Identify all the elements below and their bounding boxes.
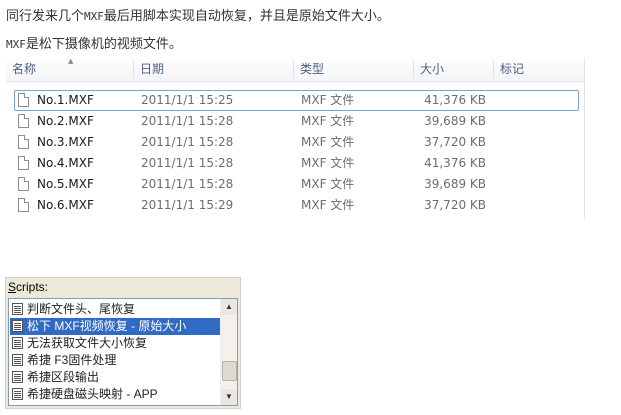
script-item-label: 松下 MXF视频恢复 - 原始大小 xyxy=(27,319,187,333)
file-size: 37,720 KB xyxy=(424,198,486,212)
file-type: MXF 文件 xyxy=(301,114,355,128)
script-icon xyxy=(12,303,23,315)
script-item-label: 希捷 F3固件处理 xyxy=(27,353,117,367)
script-item[interactable]: 希捷硬盘磁头映射 - APP xyxy=(10,386,221,403)
file-type: MXF 文件 xyxy=(301,93,355,107)
sort-ascending-icon: ▲ xyxy=(68,57,74,65)
file-type: MXF 文件 xyxy=(301,156,355,170)
file-date: 2011/1/1 15:28 xyxy=(141,135,234,149)
file-size: 39,689 KB xyxy=(424,177,486,191)
intro-text: 同行发来几个 xyxy=(6,9,85,24)
scripts-listbox[interactable]: 判断文件头、尾恢复 松下 MXF视频恢复 - 原始大小 无法获取文件大小恢复 希… xyxy=(8,298,238,406)
intro-mxf: MXF xyxy=(6,38,26,51)
script-item[interactable]: 希捷 F3固件处理 xyxy=(10,352,221,369)
script-item-label: 希捷区段输出 xyxy=(27,370,100,384)
file-icon xyxy=(18,93,29,107)
script-icon xyxy=(12,337,23,349)
file-name: No.1.MXF xyxy=(37,93,94,107)
scripts-panel: Scripts: 判断文件头、尾恢复 松下 MXF视频恢复 - 原始大小 无法获… xyxy=(5,277,241,409)
file-type: MXF 文件 xyxy=(301,135,355,149)
file-list: 名称 ▲ 日期 类型 大小 标记 No.1.MXF 2011/1/1 15:25… xyxy=(6,57,585,219)
file-size: 41,376 KB xyxy=(424,156,486,170)
file-date: 2011/1/1 15:28 xyxy=(141,156,234,170)
script-item-label: 无法获取文件大小恢复 xyxy=(27,336,148,350)
file-row[interactable]: No.2.MXF 2011/1/1 15:28 MXF 文件 39,689 KB xyxy=(6,111,584,132)
file-date: 2011/1/1 15:28 xyxy=(141,114,234,128)
file-name: No.4.MXF xyxy=(37,156,94,170)
file-date: 2011/1/1 15:28 xyxy=(141,177,234,191)
intro-line-1: 同行发来几个MXF最后用脚本实现自动恢复，并且是原始文件大小。 xyxy=(6,5,390,24)
scripts-label-accesskey: S xyxy=(8,280,17,294)
column-header: 名称 ▲ 日期 类型 大小 标记 xyxy=(6,57,584,82)
scroll-down-arrow-icon[interactable]: ▼ xyxy=(221,389,237,405)
scroll-up-arrow-icon[interactable]: ▲ xyxy=(221,299,237,315)
scripts-label-text: cripts: xyxy=(16,280,49,294)
file-icon xyxy=(18,114,29,128)
file-icon xyxy=(18,135,29,149)
file-icon xyxy=(18,156,29,170)
script-item[interactable]: 判断文件头、尾恢复 xyxy=(10,301,221,318)
column-size[interactable]: 大小 xyxy=(414,58,494,81)
file-size: 37,720 KB xyxy=(424,135,486,149)
row-focus-outline xyxy=(14,90,579,111)
script-item-label: 判断文件头、尾恢复 xyxy=(27,302,136,316)
intro-text: 是松下摄像机的视频文件。 xyxy=(25,37,182,52)
file-row[interactable]: No.5.MXF 2011/1/1 15:28 MXF 文件 39,689 KB xyxy=(6,174,584,195)
file-row[interactable]: No.1.MXF 2011/1/1 15:25 MXF 文件 41,376 KB xyxy=(6,90,584,111)
file-name: No.5.MXF xyxy=(37,177,94,191)
script-icon xyxy=(12,354,23,366)
file-date: 2011/1/1 15:25 xyxy=(141,93,234,107)
file-date: 2011/1/1 15:29 xyxy=(141,198,234,212)
file-icon xyxy=(18,177,29,191)
column-date[interactable]: 日期 xyxy=(134,58,294,81)
file-type: MXF 文件 xyxy=(301,198,355,212)
file-size: 39,689 KB xyxy=(424,114,486,128)
scripts-label: Scripts: xyxy=(8,280,48,294)
column-tags[interactable]: 标记 xyxy=(494,58,584,81)
intro-text: 最后用脚本实现自动恢复，并且是原始文件大小。 xyxy=(103,9,390,24)
script-item-selected[interactable]: 松下 MXF视频恢复 - 原始大小 xyxy=(10,318,221,335)
scripts-scrollbar[interactable]: ▲ ▼ xyxy=(220,299,237,405)
file-name: No.6.MXF xyxy=(37,198,94,212)
script-item-label: 希捷硬盘磁头映射 - APP xyxy=(27,387,158,401)
file-size: 41,376 KB xyxy=(424,93,486,107)
script-icon xyxy=(12,371,23,383)
intro-line-2: MXF是松下摄像机的视频文件。 xyxy=(6,33,182,52)
script-item[interactable]: 无法获取文件大小恢复 xyxy=(10,335,221,352)
intro-mxf: MXF xyxy=(84,10,104,23)
file-row[interactable]: No.6.MXF 2011/1/1 15:29 MXF 文件 37,720 KB xyxy=(6,195,584,216)
file-row[interactable]: No.3.MXF 2011/1/1 15:28 MXF 文件 37,720 KB xyxy=(6,132,584,153)
column-type[interactable]: 类型 xyxy=(294,58,414,81)
file-type: MXF 文件 xyxy=(301,177,355,191)
file-icon xyxy=(18,198,29,212)
file-name: No.2.MXF xyxy=(37,114,94,128)
scroll-thumb[interactable] xyxy=(222,361,237,381)
script-icon xyxy=(12,320,23,332)
script-item[interactable]: 希捷区段输出 xyxy=(10,369,221,386)
file-name: No.3.MXF xyxy=(37,135,94,149)
script-icon xyxy=(12,388,23,400)
file-row[interactable]: No.4.MXF 2011/1/1 15:28 MXF 文件 41,376 KB xyxy=(6,153,584,174)
